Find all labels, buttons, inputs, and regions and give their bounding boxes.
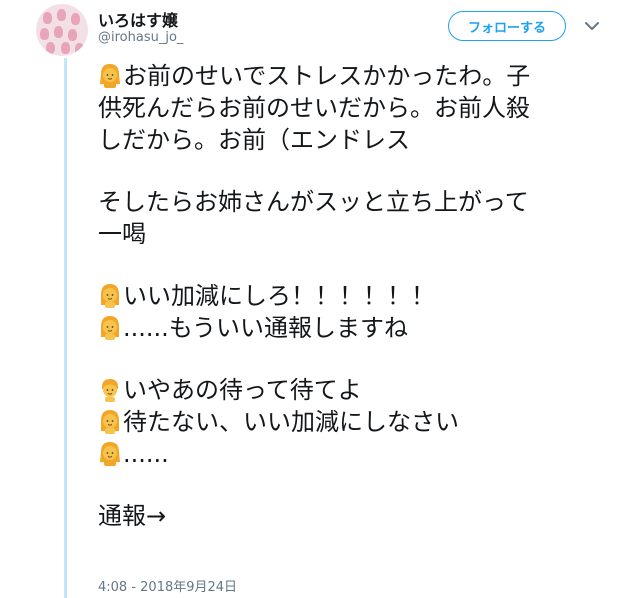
girl-emoji-icon	[100, 64, 120, 88]
blond-woman-emoji-icon	[101, 410, 119, 434]
tweet-line: 通報→	[98, 502, 167, 530]
tweet-line: そしたらお姉さんがスッと立ち上がって	[98, 188, 529, 216]
tweet-line: 待たない、いい加減にしなさい	[98, 406, 618, 438]
tweet-timestamp[interactable]: 4:08 - 2018年9月24日	[98, 576, 237, 595]
tweet-line: 供死んだらお前のせいだから。お前人殺	[98, 94, 530, 122]
tweet-line: いい加減にしろ！！！！！！	[98, 280, 618, 312]
follow-button[interactable]: フォローする	[448, 11, 566, 41]
tweet-line: 一喝	[98, 220, 146, 248]
blond-woman-emoji-icon	[101, 316, 119, 340]
tweet-line: ......	[98, 438, 618, 470]
tweet-line: お前のせいでストレスかかったわ。子	[98, 60, 618, 92]
avatar[interactable]	[36, 4, 88, 56]
display-name[interactable]: いろはす嬢	[98, 7, 178, 31]
tweet-line: いやあの待って待てよ	[98, 374, 618, 406]
tweet-line: ......もういい通報しますね	[98, 312, 618, 344]
chevron-down-icon[interactable]	[585, 20, 599, 32]
girl-emoji-icon	[100, 442, 120, 466]
tweet-text: お前のせいでストレスかかったわ。子 供死んだらお前のせいだから。お前人殺 しだか…	[98, 60, 618, 532]
blond-man-emoji-icon	[102, 379, 118, 402]
user-handle[interactable]: @irohasu_jo_	[98, 30, 183, 45]
tweet-line: しだから。お前（エンドレス	[98, 126, 410, 154]
blond-woman-emoji-icon	[101, 284, 119, 308]
thread-line	[64, 58, 67, 598]
